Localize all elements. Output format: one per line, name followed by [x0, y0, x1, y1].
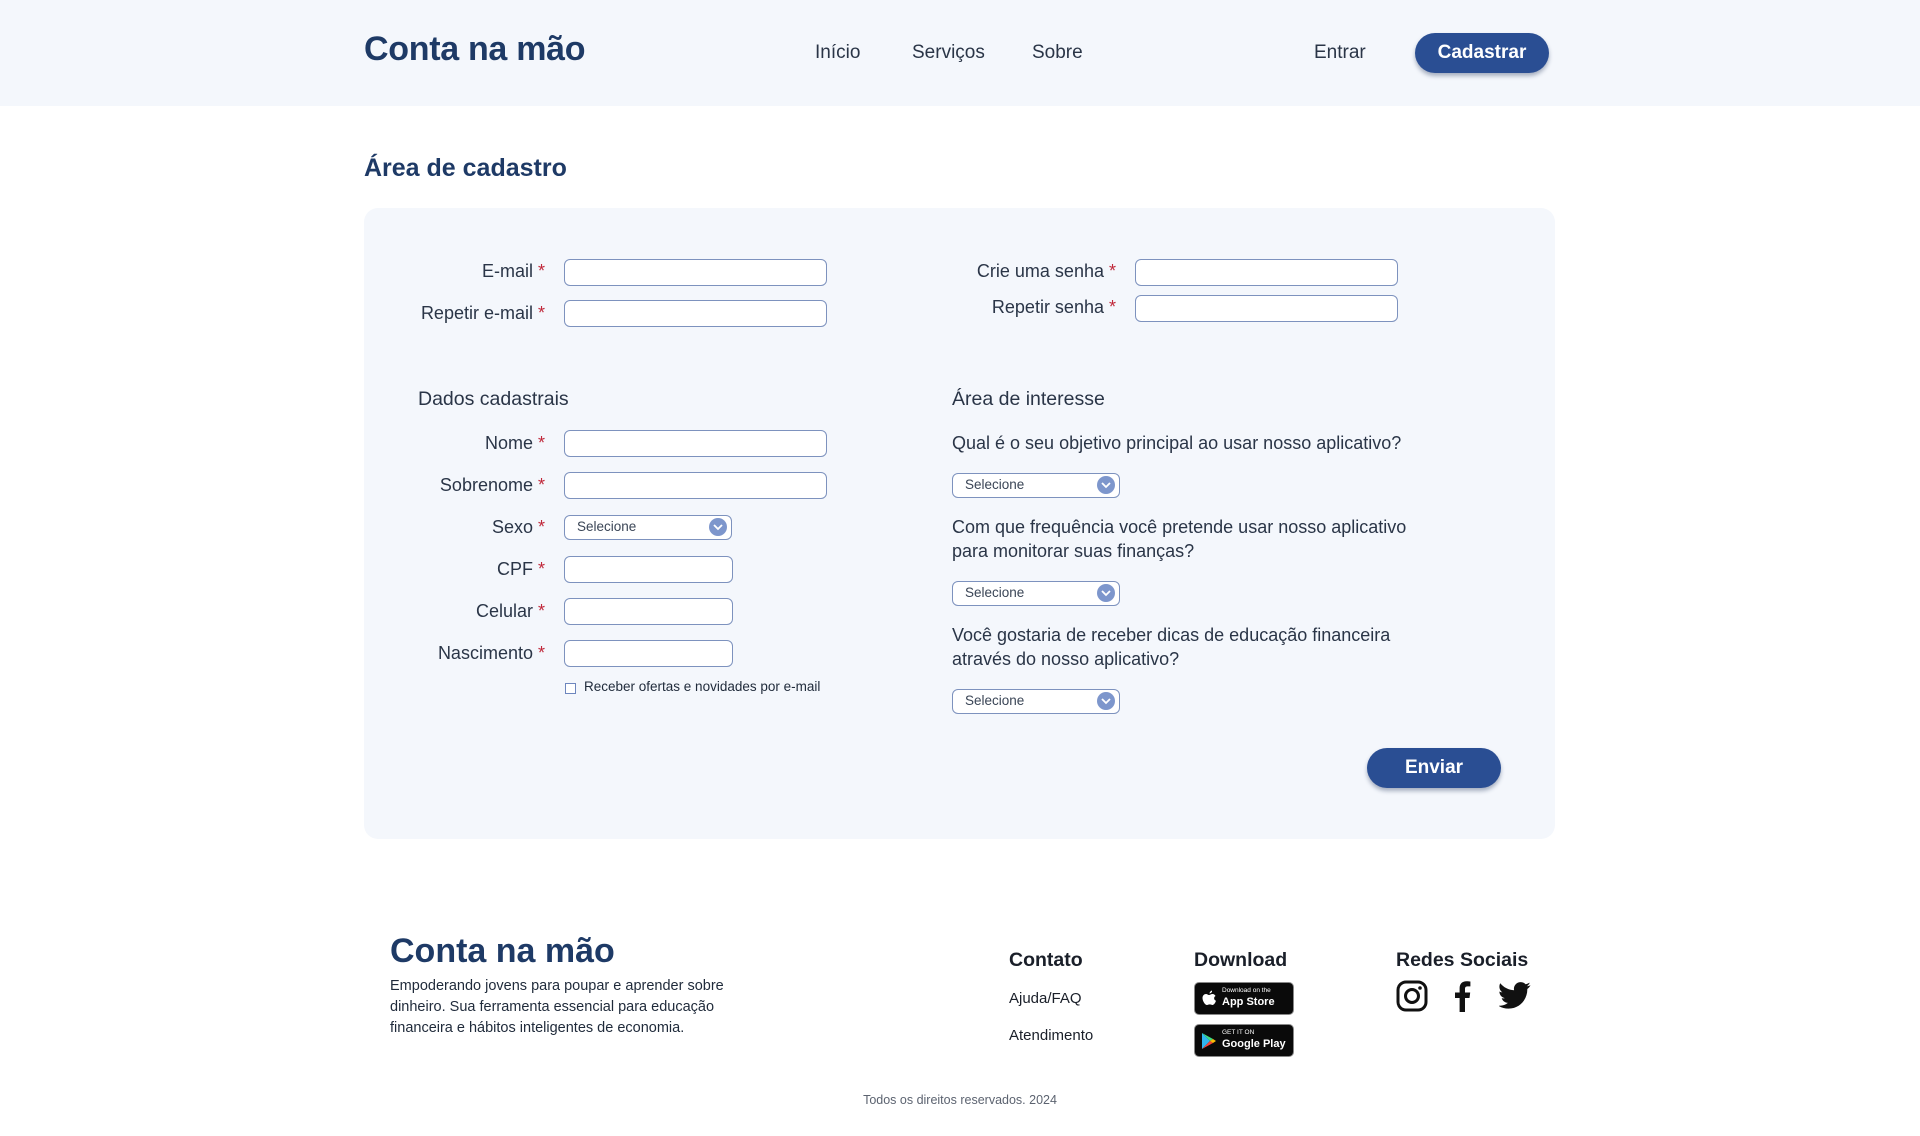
copyright: Todos os direitos reservados. 2024	[863, 1093, 1057, 1107]
sex-select-value: Selecione	[577, 519, 637, 534]
sex-label: Sexo *	[491, 517, 545, 537]
cpf-field[interactable]	[564, 556, 733, 583]
repeat-password-label: Repetir senha *	[991, 297, 1116, 317]
phone-label: Celular *	[475, 601, 545, 621]
chevron-down-icon	[709, 518, 727, 536]
interest-heading: Área de interesse	[952, 388, 1105, 410]
google-play-icon	[1202, 1033, 1216, 1049]
email-label: E-mail *	[481, 261, 545, 281]
surname-field[interactable]	[564, 472, 827, 499]
nav-link-inicio[interactable]: Início	[815, 42, 860, 64]
password-label: Crie uma senha *	[976, 261, 1116, 281]
question-2-select[interactable]: Selecione	[952, 581, 1120, 606]
question-3-select[interactable]: Selecione	[952, 689, 1120, 714]
question-2-line-1: Com que frequência você pretende usar no…	[952, 517, 1407, 537]
repeat-password-field[interactable]	[1135, 295, 1398, 322]
google-play-text: Google Play	[1222, 1038, 1286, 1050]
top-nav-bar: Conta na mão Início Serviços Sobre Entra…	[0, 0, 1920, 106]
chevron-down-icon	[1097, 692, 1115, 710]
contact-heading: Contato	[1009, 949, 1083, 971]
apple-icon	[1202, 990, 1216, 1005]
app-store-badge[interactable]: Download on the App Store	[1194, 982, 1294, 1015]
nav-link-servicos[interactable]: Serviços	[912, 42, 985, 64]
question-1-select[interactable]: Selecione	[952, 473, 1120, 498]
surname-label: Sobrenome *	[439, 475, 545, 495]
facebook-icon[interactable]	[1453, 980, 1471, 1017]
login-link[interactable]: Entrar	[1314, 42, 1366, 64]
offers-checkbox-label: Receber ofertas e novidades por e-mail	[584, 679, 821, 694]
app-store-small-text: Download on the	[1222, 987, 1271, 994]
offers-checkbox[interactable]	[565, 683, 576, 694]
sex-select[interactable]: Selecione	[564, 515, 732, 540]
logo[interactable]: Conta na mão	[364, 30, 586, 69]
support-link[interactable]: Atendimento	[1009, 1027, 1093, 1044]
twitter-icon[interactable]	[1498, 982, 1531, 1014]
email-field[interactable]	[564, 259, 827, 286]
chevron-down-icon	[1097, 476, 1115, 494]
name-label: Nome *	[484, 433, 545, 453]
repeat-email-field[interactable]	[564, 300, 827, 327]
question-2-select-value: Selecione	[965, 585, 1025, 600]
download-heading: Download	[1194, 949, 1288, 971]
page-title: Área de cadastro	[364, 154, 567, 182]
question-2-line-2: para monitorar suas finanças?	[952, 541, 1195, 561]
name-field[interactable]	[564, 430, 827, 457]
question-3-select-value: Selecione	[965, 693, 1025, 708]
personal-data-heading: Dados cadastrais	[418, 388, 569, 410]
submit-button[interactable]: Enviar	[1367, 748, 1501, 788]
birth-field[interactable]	[564, 640, 733, 667]
google-play-small-text: GET IT ON	[1222, 1029, 1255, 1036]
question-3-line-1: Você gostaria de receber dicas de educaç…	[952, 625, 1391, 645]
question-1-select-value: Selecione	[965, 477, 1025, 492]
password-field[interactable]	[1135, 259, 1398, 286]
question-1: Qual é o seu objetivo principal ao usar …	[952, 433, 1402, 453]
question-3-line-2: através do nosso aplicativo?	[952, 649, 1180, 669]
birth-label: Nascimento *	[437, 643, 545, 663]
signup-button[interactable]: Cadastrar	[1415, 33, 1549, 73]
google-play-badge[interactable]: GET IT ON Google Play	[1194, 1024, 1294, 1057]
instagram-icon[interactable]	[1396, 980, 1428, 1017]
nav-link-sobre[interactable]: Sobre	[1032, 42, 1083, 64]
repeat-email-label: Repetir e-mail *	[420, 303, 545, 323]
phone-field[interactable]	[564, 598, 733, 625]
social-heading: Redes Sociais	[1396, 949, 1529, 971]
chevron-down-icon	[1097, 584, 1115, 602]
footer-logo: Conta na mão	[390, 932, 615, 970]
footer-description: Empoderando jovens para poupar e aprende…	[390, 978, 724, 1036]
faq-link[interactable]: Ajuda/FAQ	[1009, 990, 1082, 1007]
cpf-label: CPF *	[496, 559, 545, 579]
app-store-text: App Store	[1222, 996, 1275, 1008]
